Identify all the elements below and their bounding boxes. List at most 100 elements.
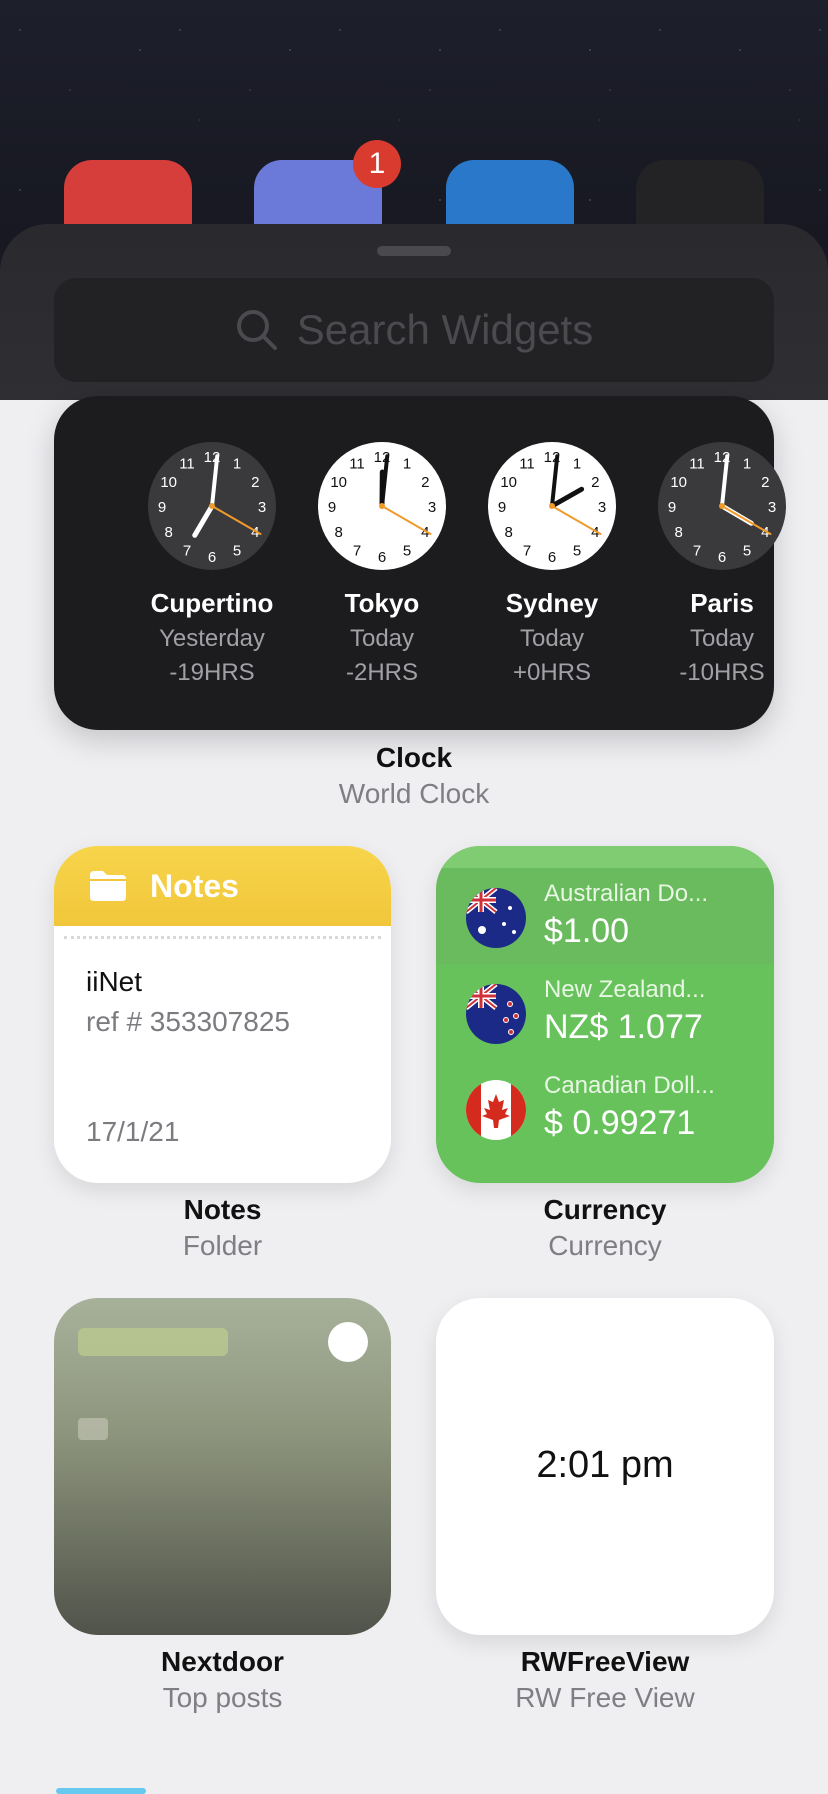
widget-title: Nextdoor	[54, 1646, 391, 1678]
clock-city-paris: 123456789101112 Paris Today -10HRS	[642, 440, 802, 687]
currency-value: $1.00	[544, 912, 629, 951]
placeholder-block	[78, 1418, 108, 1440]
search-widgets-input[interactable]: Search Widgets	[54, 278, 774, 382]
widget-title: RWFreeView	[436, 1646, 774, 1678]
svg-text:5: 5	[233, 542, 241, 559]
svg-text:11: 11	[519, 456, 535, 473]
nextdoor-widget[interactable]	[54, 1298, 391, 1635]
placeholder-bar	[78, 1328, 228, 1356]
currency-top-strip	[436, 846, 774, 868]
note-title: iiNet	[86, 966, 142, 998]
svg-text:5: 5	[403, 542, 411, 559]
svg-text:2: 2	[251, 474, 259, 491]
svg-text:6: 6	[208, 549, 216, 566]
analog-clock-icon: 123456789101112	[486, 440, 618, 572]
svg-text:11: 11	[689, 456, 705, 473]
svg-text:8: 8	[675, 524, 683, 541]
svg-text:6: 6	[378, 549, 386, 566]
svg-text:3: 3	[768, 499, 776, 516]
notes-divider	[64, 926, 381, 939]
city-day: Today	[642, 625, 802, 653]
notification-badge: 1	[353, 140, 401, 188]
city-offset: -19HRS	[132, 659, 292, 687]
svg-text:5: 5	[743, 542, 751, 559]
city-offset: +0HRS	[472, 659, 632, 687]
sheet-grabber[interactable]	[377, 246, 451, 256]
note-date: 17/1/21	[86, 1116, 179, 1148]
notes-header: Notes	[54, 846, 391, 926]
widget-subtitle: RW Free View	[436, 1682, 774, 1714]
folder-icon	[88, 869, 128, 903]
svg-text:11: 11	[179, 456, 195, 473]
widget-title: Clock	[54, 742, 774, 774]
currency-name: New Zealand...	[544, 976, 705, 1004]
svg-text:8: 8	[505, 524, 513, 541]
currency-row-cad: Canadian Doll... $ 0.99271	[436, 1060, 774, 1156]
widget-title: Notes	[54, 1194, 391, 1226]
svg-text:7: 7	[183, 542, 191, 559]
svg-text:1: 1	[573, 456, 581, 473]
svg-text:2: 2	[761, 474, 769, 491]
new-zealand-flag-icon	[466, 984, 526, 1044]
widget-gallery-header: Search Widgets	[0, 224, 828, 400]
canada-flag-icon	[466, 1080, 526, 1140]
rw-time: 2:01 pm	[436, 1444, 774, 1487]
widget-subtitle: Currency	[436, 1230, 774, 1262]
svg-text:1: 1	[403, 456, 411, 473]
clock-city-cupertino: 123456789101112 Cupertino Yesterday -19H…	[132, 440, 292, 687]
svg-text:6: 6	[718, 549, 726, 566]
svg-text:1: 1	[233, 456, 241, 473]
city-name: Sydney	[472, 588, 632, 619]
australia-flag-icon	[466, 888, 526, 948]
svg-text:10: 10	[500, 474, 517, 491]
svg-text:7: 7	[523, 542, 531, 559]
currency-name: Australian Do...	[544, 880, 708, 908]
city-day: Today	[302, 625, 462, 653]
clock-city-tokyo: 123456789101112 Tokyo Today -2HRS	[302, 440, 462, 687]
currency-value: NZ$ 1.077	[544, 1008, 703, 1047]
placeholder-dot	[328, 1322, 368, 1362]
search-placeholder: Search Widgets	[297, 306, 593, 354]
analog-clock-icon: 123456789101112	[146, 440, 278, 572]
svg-text:9: 9	[498, 499, 506, 516]
svg-text:9: 9	[668, 499, 676, 516]
svg-text:5: 5	[573, 542, 581, 559]
svg-text:11: 11	[349, 456, 365, 473]
city-day: Yesterday	[132, 625, 292, 653]
currency-row-nzd: New Zealand... NZ$ 1.077	[436, 964, 774, 1060]
svg-text:3: 3	[428, 499, 436, 516]
svg-text:3: 3	[258, 499, 266, 516]
currency-name: Canadian Doll...	[544, 1072, 715, 1100]
clock-city-sydney: 123456789101112 Sydney Today +0HRS	[472, 440, 632, 687]
svg-text:7: 7	[353, 542, 361, 559]
svg-text:10: 10	[330, 474, 347, 491]
city-offset: -10HRS	[642, 659, 802, 687]
city-name: Cupertino	[132, 588, 292, 619]
currency-widget[interactable]: Australian Do... $1.00 New Zealand... NZ…	[436, 846, 774, 1183]
currency-value: $ 0.99271	[544, 1104, 695, 1143]
note-body: ref # 353307825	[86, 1006, 290, 1038]
svg-text:9: 9	[328, 499, 336, 516]
city-offset: -2HRS	[302, 659, 462, 687]
analog-clock-icon: 123456789101112	[316, 440, 448, 572]
svg-text:2: 2	[421, 474, 429, 491]
svg-text:1: 1	[743, 456, 751, 473]
svg-text:8: 8	[335, 524, 343, 541]
rwfreeview-widget[interactable]: 2:01 pm	[436, 1298, 774, 1635]
svg-text:10: 10	[670, 474, 687, 491]
svg-text:8: 8	[165, 524, 173, 541]
svg-text:6: 6	[548, 549, 556, 566]
world-clock-widget[interactable]: 123456789101112 Cupertino Yesterday -19H…	[54, 396, 774, 730]
analog-clock-icon: 123456789101112	[656, 440, 788, 572]
notes-widget[interactable]: Notes iiNet ref # 353307825 17/1/21	[54, 846, 391, 1183]
search-icon	[235, 308, 279, 352]
svg-text:7: 7	[693, 542, 701, 559]
city-day: Today	[472, 625, 632, 653]
city-name: Paris	[642, 588, 802, 619]
svg-text:2: 2	[591, 474, 599, 491]
currency-row-aud: Australian Do... $1.00	[436, 868, 774, 964]
next-widget-peek	[56, 1788, 146, 1794]
widget-title: Currency	[436, 1194, 774, 1226]
widget-subtitle: Folder	[54, 1230, 391, 1262]
svg-text:10: 10	[160, 474, 177, 491]
